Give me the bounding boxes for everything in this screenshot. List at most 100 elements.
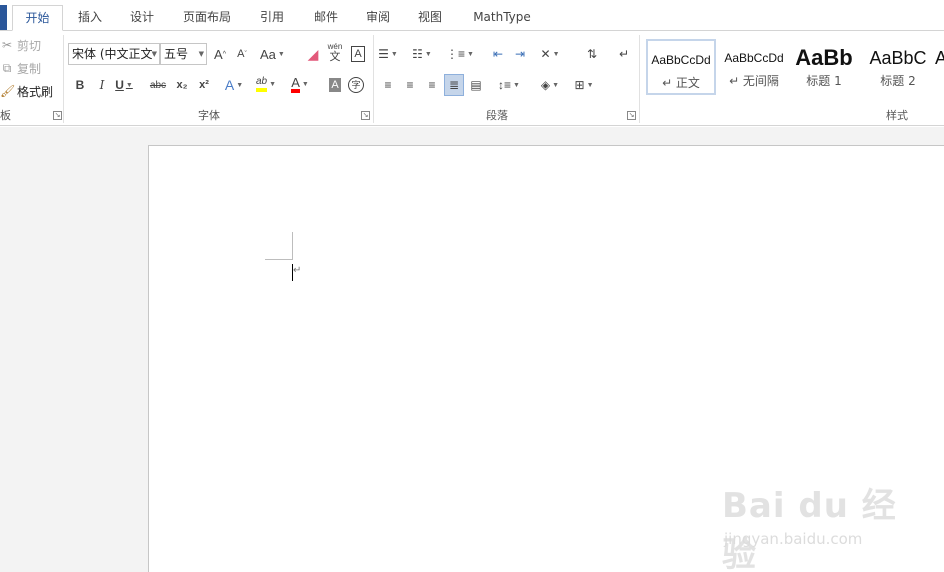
tab-home[interactable]: 开始	[12, 5, 63, 31]
increase-indent-button[interactable]: ⇥	[510, 43, 530, 65]
character-shading-button[interactable]: A	[325, 74, 345, 96]
decrease-indent-icon: ⇤	[492, 47, 504, 61]
strikethrough-button[interactable]: abc	[148, 74, 168, 96]
character-shading-icon: A	[329, 78, 341, 92]
highlighter-icon: ab	[256, 76, 268, 92]
shrink-font-icon: A	[237, 48, 245, 60]
chevron-down-icon[interactable]: ▼	[152, 44, 157, 64]
crop-mark	[265, 259, 293, 260]
style-no-spacing[interactable]: AaBbCcDd ↵ 无间隔	[719, 39, 789, 95]
file-tab-edge[interactable]	[0, 5, 7, 31]
show-marks-button[interactable]: ↵	[614, 43, 634, 65]
numbered-list-icon: ☷	[412, 47, 423, 61]
change-case-button[interactable]: Aa ▼	[260, 43, 285, 65]
tab-page-layout[interactable]: 页面布局	[176, 5, 238, 31]
chevron-down-icon[interactable]: ▼	[199, 44, 204, 64]
style-heading-1-name: 标题 1	[806, 74, 842, 88]
align-center-button[interactable]: ≡	[400, 74, 420, 96]
grow-font-button[interactable]: A ^	[210, 43, 230, 65]
line-spacing-icon: ↕≡	[498, 78, 512, 92]
shrink-font-button[interactable]: Aˇ	[232, 43, 252, 65]
style-heading-2-sample: AaBbC	[869, 48, 927, 68]
underline-button[interactable]: U ▼	[114, 74, 134, 96]
sort-button[interactable]: ⇅	[582, 43, 602, 65]
superscript-icon: x²	[199, 79, 209, 91]
tab-mailings[interactable]: 邮件	[304, 5, 348, 31]
crop-mark	[292, 232, 293, 260]
subscript-button[interactable]: x₂	[172, 74, 192, 96]
distributed-icon: ▤	[470, 78, 482, 92]
styles-group-label: 样式	[886, 109, 908, 122]
font-color-icon: A	[291, 76, 300, 93]
tab-view[interactable]: 视图	[408, 5, 452, 31]
paragraph-mark: ↵	[293, 265, 302, 276]
chinese-layout-button[interactable]: ✕ ▼	[540, 43, 560, 65]
numbering-button[interactable]: ☷ ▼	[412, 43, 432, 65]
character-border-icon: A	[351, 46, 365, 62]
copy-label: 复制	[17, 61, 42, 76]
clipboard-group-label: 板	[0, 109, 11, 122]
group-divider	[373, 35, 374, 123]
borders-button[interactable]: ⊞ ▼	[574, 74, 594, 96]
grow-font-icon: A	[214, 46, 223, 62]
style-title[interactable]: A	[935, 39, 944, 95]
scissors-icon: ✂	[1, 38, 13, 52]
highlight-button[interactable]: ab ▼	[256, 73, 276, 95]
text-effects-icon: A	[224, 77, 235, 93]
decrease-indent-button[interactable]: ⇤	[488, 43, 508, 65]
italic-button[interactable]: I	[92, 74, 112, 96]
subscript-icon: x₂	[176, 79, 188, 91]
style-heading-1[interactable]: AaBb 标题 1	[791, 39, 857, 95]
style-normal-sample: AaBbCcDd	[651, 53, 711, 67]
cut-button[interactable]: ✂ 剪切	[0, 35, 41, 55]
paragraph-mark-icon: ↵	[618, 47, 630, 61]
font-size-value: 五号	[164, 47, 189, 61]
tab-design[interactable]: 设计	[120, 5, 164, 31]
watermark: Bai du 经验 jingyan.baidu.com	[718, 468, 918, 572]
line-spacing-button[interactable]: ↕≡ ▼	[498, 74, 520, 96]
enclose-characters-button[interactable]: 字	[346, 74, 366, 96]
watermark-url: jingyan.baidu.com	[724, 530, 863, 548]
style-heading-2-name: 标题 2	[880, 74, 916, 88]
justify-icon: ≣	[448, 78, 460, 92]
character-border-button[interactable]: A	[348, 43, 368, 65]
style-no-spacing-name: ↵ 无间隔	[729, 74, 779, 88]
shading-button[interactable]: ◈ ▼	[540, 74, 560, 96]
align-left-button[interactable]: ≡	[378, 74, 398, 96]
text-effects-button[interactable]: A ▼	[224, 74, 244, 96]
multilevel-list-button[interactable]: ⋮≡ ▼	[446, 43, 474, 65]
tab-references[interactable]: 引用	[250, 5, 294, 31]
style-heading-2[interactable]: AaBbC 标题 2	[863, 39, 933, 95]
change-case-icon: Aa	[260, 46, 276, 62]
tab-mathtype[interactable]: MathType	[466, 5, 538, 31]
group-divider	[639, 35, 640, 123]
paragraph-launcher-icon[interactable]: ↘	[627, 111, 636, 120]
tab-review[interactable]: 审阅	[356, 5, 400, 31]
group-divider	[63, 35, 64, 123]
multilevel-list-icon: ⋮≡	[446, 47, 466, 61]
bullets-button[interactable]: ☰ ▼	[378, 43, 398, 65]
eraser-icon: ◢	[307, 45, 319, 62]
style-title-sample: A	[935, 48, 944, 68]
font-name-combo[interactable]: 宋体 (中文正文 ▼	[68, 43, 160, 65]
chinese-layout-icon: ✕	[540, 47, 551, 61]
font-size-combo[interactable]: 五号 ▼	[160, 43, 207, 65]
bullet-list-icon: ☰	[378, 47, 389, 61]
phonetic-guide-button[interactable]: wén 文	[325, 41, 345, 63]
distributed-button[interactable]: ▤	[466, 74, 486, 96]
font-color-button[interactable]: A ▼	[290, 73, 310, 95]
sort-icon: ⇅	[586, 47, 598, 61]
superscript-button[interactable]: x²	[194, 74, 214, 96]
increase-indent-icon: ⇥	[514, 47, 526, 61]
justify-button[interactable]: ≣	[444, 74, 464, 96]
bold-button[interactable]: B	[70, 74, 90, 96]
ribbon-tab-bar: 开始 插入 设计 页面布局 引用 邮件 审阅 视图 MathType	[0, 0, 944, 31]
copy-button[interactable]: ⧉ 复制	[0, 58, 41, 78]
clipboard-launcher-icon[interactable]: ↘	[53, 111, 62, 120]
tab-insert[interactable]: 插入	[68, 5, 112, 31]
style-normal[interactable]: AaBbCcDd ↵ 正文	[646, 39, 716, 95]
format-painter-button[interactable]: 🖌 格式刷	[0, 81, 53, 101]
font-launcher-icon[interactable]: ↘	[361, 111, 370, 120]
align-right-button[interactable]: ≡	[422, 74, 442, 96]
clear-formatting-button[interactable]: ◢	[303, 43, 323, 65]
